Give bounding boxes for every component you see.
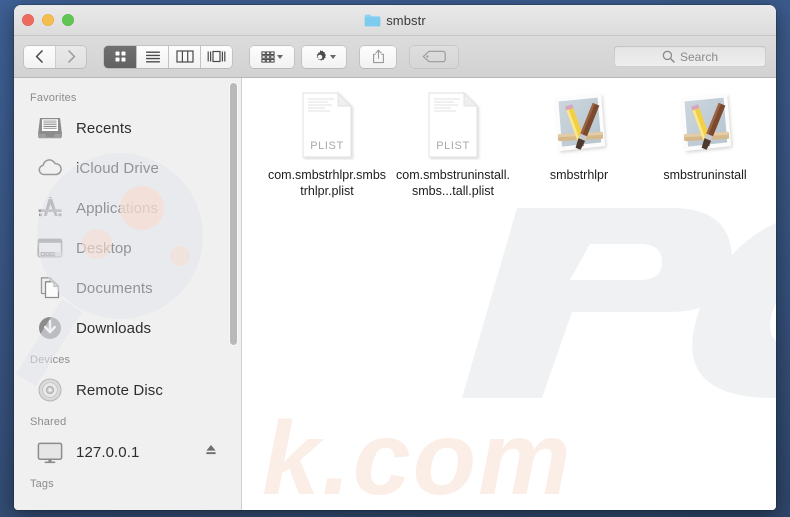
file-item[interactable]: PLIST com.smbstrhlpr.smbstrhlpr.plist [264, 90, 390, 199]
recents-icon [35, 114, 65, 142]
plist-badge-text: PLIST [436, 140, 470, 152]
plist-file-icon: PLIST [298, 90, 356, 164]
watermark-domain: k.com [262, 398, 776, 510]
script-app-icon [546, 90, 612, 164]
chevron-down-icon [277, 55, 283, 59]
action-button[interactable] [302, 46, 346, 68]
display-icon [35, 438, 65, 466]
sidebar-item-127-0-0-1[interactable]: 127.0.0.1 [14, 432, 241, 472]
gallery-view-button[interactable] [200, 46, 232, 68]
file-item[interactable]: PLIST com.smbstruninstall.smbs...tall.pl… [390, 90, 516, 199]
maximize-button[interactable] [62, 14, 74, 26]
sidebar-item-applications[interactable]: Applications [14, 188, 241, 228]
tag-icon [422, 50, 446, 63]
downloads-icon [35, 314, 65, 342]
file-grid: PLIST com.smbstrhlpr.smbstrhlpr.plist [242, 78, 776, 199]
sidebar-section-favorites: Favorites [14, 86, 241, 108]
forward-button[interactable] [55, 46, 86, 68]
sidebar: Favorites [14, 78, 242, 510]
sidebar-section-shared: Shared [14, 410, 241, 432]
search-placeholder: Search [680, 50, 718, 64]
eject-icon[interactable] [205, 443, 217, 461]
grid-icon [113, 49, 128, 64]
folder-icon [364, 14, 381, 27]
desktop-background: smbstr [0, 0, 790, 517]
window-titlebar[interactable]: smbstr [14, 5, 776, 36]
watermark-logo [422, 198, 776, 428]
cloud-icon [35, 154, 65, 182]
sidebar-section-tags: Tags [14, 472, 241, 494]
svg-text:k.com: k.com [262, 401, 573, 510]
sidebar-item-remote-disc[interactable]: Remote Disc [14, 370, 241, 410]
applications-icon [35, 194, 65, 222]
search-input[interactable]: Search [614, 46, 766, 67]
sidebar-item-label: Remote Disc [76, 382, 163, 399]
arrange-button[interactable] [250, 46, 294, 68]
chevron-right-icon [67, 50, 76, 63]
sidebar-item-label: Documents [76, 280, 153, 297]
tags-button[interactable] [410, 46, 458, 68]
finder-window: smbstr [14, 5, 776, 510]
column-view-button[interactable] [168, 46, 200, 68]
list-view-button[interactable] [136, 46, 168, 68]
toolbar: Search [14, 36, 776, 78]
desktop-icon [35, 234, 65, 262]
file-item[interactable]: smbstrhlpr [516, 90, 642, 199]
icon-view-button[interactable] [104, 46, 136, 68]
columns-icon [176, 50, 194, 63]
file-label: com.smbstruninstall.smbs...tall.plist [393, 167, 513, 199]
minimize-button[interactable] [42, 14, 54, 26]
plist-badge-text: PLIST [310, 140, 344, 152]
close-button[interactable] [22, 14, 34, 26]
sidebar-item-label: Applications [76, 200, 158, 217]
share-button[interactable] [360, 46, 396, 68]
disc-icon [35, 376, 65, 404]
list-icon [145, 50, 161, 63]
sidebar-item-icloud-drive[interactable]: iCloud Drive [14, 148, 241, 188]
sidebar-item-desktop[interactable]: Desktop [14, 228, 241, 268]
window-title: smbstr [14, 5, 776, 36]
navigation-buttons [24, 46, 86, 68]
sidebar-scrollbar[interactable] [230, 83, 237, 345]
sidebar-item-label: Desktop [76, 240, 132, 257]
sidebar-item-label: Downloads [76, 320, 151, 337]
traffic-lights [22, 14, 74, 26]
gear-icon [312, 49, 328, 65]
view-mode-buttons [104, 46, 232, 68]
share-icon [372, 49, 385, 64]
back-button[interactable] [24, 46, 55, 68]
sidebar-item-label: Recents [76, 120, 132, 137]
chevron-down-icon [330, 55, 336, 59]
file-label: com.smbstrhlpr.smbstrhlpr.plist [267, 167, 387, 199]
script-app-icon [672, 90, 738, 164]
window-body: Favorites [14, 78, 776, 510]
chevron-left-icon [35, 50, 44, 63]
plist-file-icon: PLIST [424, 90, 482, 164]
file-area[interactable]: k.com [242, 78, 776, 510]
search-icon [662, 50, 675, 63]
sidebar-item-label: iCloud Drive [76, 160, 159, 177]
arrange-icon [261, 51, 275, 63]
documents-icon [35, 274, 65, 302]
window-title-text: smbstr [386, 13, 426, 28]
sidebar-item-downloads[interactable]: Downloads [14, 308, 241, 348]
sidebar-section-devices: Devices [14, 348, 241, 370]
sidebar-item-label: 127.0.0.1 [76, 444, 139, 461]
file-label: smbstrhlpr [519, 167, 639, 183]
file-label: smbstruninstall [645, 167, 765, 183]
gallery-icon [207, 50, 226, 63]
file-item[interactable]: smbstruninstall [642, 90, 768, 199]
sidebar-item-documents[interactable]: Documents [14, 268, 241, 308]
sidebar-item-recents[interactable]: Recents [14, 108, 241, 148]
